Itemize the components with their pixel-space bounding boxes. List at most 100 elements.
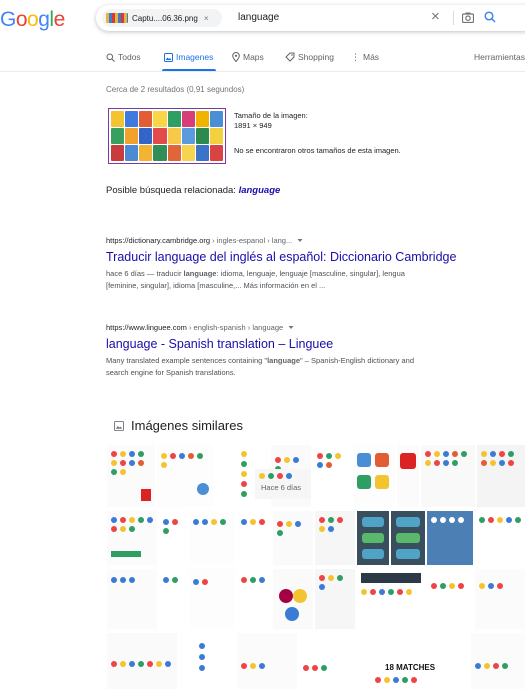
similar-image[interactable] — [427, 511, 473, 565]
similar-image[interactable] — [397, 445, 419, 507]
tab-images-label: Imagenes — [176, 52, 214, 62]
search-icon[interactable] — [484, 11, 496, 23]
tile-caption: 18 MATCHES — [385, 663, 436, 672]
tile-graphic — [197, 483, 209, 495]
tab-shopping[interactable]: Shopping — [285, 52, 334, 62]
similar-image[interactable] — [179, 633, 235, 689]
similar-image[interactable] — [357, 511, 389, 565]
tile-graphic — [111, 577, 153, 583]
similar-image[interactable] — [273, 511, 313, 565]
camera-icon[interactable] — [462, 12, 474, 23]
tile-graphic — [163, 519, 183, 534]
similar-image[interactable] — [427, 569, 473, 629]
similar-image[interactable] — [391, 511, 425, 565]
query-image-cell — [195, 145, 209, 161]
query-image-cell — [181, 145, 195, 161]
logo-letter: o — [15, 8, 28, 31]
image-chip[interactable]: Captu....06.36.png × — [102, 9, 222, 27]
tab-tools[interactable]: Herramientas — [474, 52, 525, 62]
related-search-link[interactable]: language — [239, 185, 281, 196]
result-url[interactable]: https://www.linguee.com › english-spanis… — [106, 323, 506, 332]
similar-image[interactable] — [273, 569, 313, 629]
search-tabs: Todos Imagenes Maps Shopping ⋮ Más Herra… — [0, 52, 525, 72]
tile-graphic — [396, 549, 420, 559]
tab-maps-label: Maps — [243, 52, 264, 62]
tile-graphic — [319, 575, 351, 590]
similar-image[interactable] — [107, 633, 177, 689]
similar-image[interactable] — [475, 511, 525, 565]
search-result: https://www.linguee.com › english-spanis… — [106, 323, 506, 378]
similar-image[interactable] — [421, 445, 475, 507]
similar-image[interactable]: Hace 6 días — [255, 469, 311, 499]
similar-image[interactable] — [357, 569, 425, 629]
similar-image[interactable] — [237, 569, 271, 629]
chevron-down-icon[interactable] — [297, 238, 303, 243]
tab-all[interactable]: Todos — [106, 52, 141, 62]
similar-image[interactable] — [315, 569, 355, 629]
tile-graphic — [241, 577, 267, 583]
tile-graphic — [319, 517, 351, 532]
clear-icon[interactable]: × — [431, 8, 440, 25]
query-image-cell — [167, 145, 181, 161]
similar-image[interactable] — [159, 511, 187, 565]
tab-more[interactable]: ⋮ Más — [351, 52, 379, 62]
query-image-cell — [167, 128, 181, 144]
tab-maps[interactable]: Maps — [232, 52, 264, 62]
snippet-keyword: language — [267, 356, 301, 365]
search-query[interactable]: language — [238, 12, 279, 23]
query-image-cell — [139, 128, 153, 144]
logo-letter: g — [38, 8, 50, 31]
similar-image[interactable] — [107, 511, 157, 565]
map-pin-icon — [232, 52, 240, 62]
logo-letter: o — [27, 8, 39, 31]
tab-all-label: Todos — [118, 52, 141, 62]
similar-image[interactable] — [353, 445, 395, 507]
similar-image[interactable] — [475, 569, 525, 629]
similar-image[interactable] — [471, 633, 525, 689]
related-search-label: Posible búsqueda relacionada: — [106, 185, 239, 196]
search-icon — [106, 53, 115, 62]
tile-graphic — [279, 589, 293, 603]
tile-graphic — [479, 517, 521, 523]
chip-close-icon[interactable]: × — [204, 14, 209, 23]
chevron-down-icon[interactable] — [288, 325, 294, 330]
search-result: https://dictionary.cambridge.org › ingle… — [106, 236, 506, 291]
query-image-thumbnail[interactable] — [108, 108, 226, 164]
tile-graphic — [303, 665, 365, 671]
query-image-cell — [111, 111, 125, 127]
result-breadcrumb: › ingles-espanol › lang... — [210, 236, 293, 245]
google-logo[interactable]: Google — [0, 8, 65, 32]
similar-image[interactable] — [107, 445, 155, 507]
result-url[interactable]: https://dictionary.cambridge.org › ingle… — [106, 236, 506, 245]
similar-image[interactable] — [189, 569, 235, 629]
similar-image[interactable] — [477, 445, 525, 507]
similar-image[interactable] — [315, 511, 355, 565]
similar-image[interactable] — [159, 569, 187, 629]
similar-image[interactable] — [157, 445, 213, 507]
search-bar[interactable]: Captu....06.36.png × language × — [96, 5, 525, 31]
query-image-cell — [139, 111, 153, 127]
query-image-cell — [209, 111, 223, 127]
snippet-text: " – Spanish-English dictionary and — [300, 356, 415, 365]
similar-image[interactable] — [299, 633, 369, 689]
similar-images-grid: Hace 6 días 18 MATCHES — [107, 445, 525, 689]
tile-graphic — [475, 663, 521, 669]
tile-graphic — [431, 517, 469, 523]
query-image-cell — [153, 128, 167, 144]
similar-image[interactable]: 18 MATCHES — [371, 633, 469, 689]
query-image-cell — [111, 145, 125, 161]
similar-image[interactable] — [107, 569, 157, 629]
similar-image[interactable] — [313, 445, 351, 507]
tile-graphic — [362, 549, 384, 559]
result-title[interactable]: Traducir language del inglés al español:… — [106, 250, 506, 264]
tab-images[interactable]: Imagenes — [164, 52, 213, 62]
tile-graphic — [425, 451, 471, 466]
tile-graphic — [400, 453, 416, 469]
similar-image[interactable] — [189, 511, 235, 565]
similar-image[interactable] — [237, 633, 297, 689]
tabs-divider — [0, 71, 525, 72]
similar-image[interactable] — [237, 511, 271, 565]
tile-graphic — [481, 451, 521, 466]
result-title[interactable]: language - Spanish translation – Linguee — [106, 337, 506, 351]
tile-graphic — [357, 475, 371, 489]
